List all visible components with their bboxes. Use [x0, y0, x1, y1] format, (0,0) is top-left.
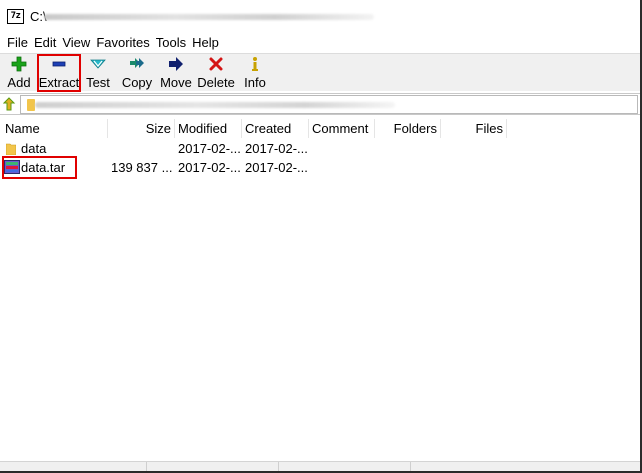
- add-label: Add: [7, 75, 31, 90]
- menu-favorites[interactable]: Favorites: [93, 33, 152, 52]
- col-size[interactable]: Size: [108, 119, 175, 138]
- status-packed: [279, 462, 411, 471]
- file-row[interactable]: data.tar 139 837 ... 2017-02-... 2017-02…: [0, 158, 640, 177]
- delete-label: Delete: [197, 75, 235, 90]
- menu-file[interactable]: File: [4, 33, 31, 52]
- toolbar: Add Extract Test Copy Move Delete Info: [0, 53, 640, 92]
- menu-help[interactable]: Help: [189, 33, 222, 52]
- move-label: Move: [160, 75, 192, 90]
- file-size: [108, 139, 175, 158]
- file-created: 2017-02-...: [245, 160, 308, 175]
- col-created[interactable]: Created: [242, 119, 309, 138]
- address-bar: [0, 93, 640, 115]
- info-label: Info: [244, 75, 266, 90]
- 7zip-window: 7z C:\ File Edit View Favorites Tools He…: [0, 0, 642, 473]
- file-created: 2017-02-...: [245, 141, 308, 156]
- arrow-right-icon: [166, 55, 186, 72]
- 7zip-app-icon: 7z: [7, 9, 24, 24]
- redacted-path: [35, 102, 395, 108]
- file-size: 139 837 ...: [111, 160, 173, 175]
- info-button[interactable]: Info: [243, 54, 267, 92]
- test-button[interactable]: Test: [86, 54, 110, 92]
- info-icon: [245, 55, 265, 72]
- file-modified: 2017-02-...: [178, 141, 241, 156]
- folder-icon: [27, 99, 35, 111]
- double-arrow-icon: [127, 55, 147, 72]
- file-name: data: [21, 141, 47, 156]
- minus-icon: [49, 55, 69, 72]
- copy-label: Copy: [121, 75, 153, 90]
- col-folders[interactable]: Folders: [375, 119, 441, 138]
- plus-icon: [9, 55, 29, 72]
- folder-icon: [6, 143, 16, 155]
- title-bar[interactable]: 7z C:\: [0, 0, 640, 33]
- status-selection: [0, 462, 147, 471]
- add-button[interactable]: Add: [6, 54, 32, 92]
- check-chevron-icon: [88, 55, 108, 72]
- menu-bar: File Edit View Favorites Tools Help: [0, 33, 640, 52]
- col-files[interactable]: Files: [441, 119, 507, 138]
- up-arrow-icon: [2, 97, 16, 111]
- move-button[interactable]: Move: [160, 54, 192, 92]
- delete-button[interactable]: Delete: [197, 54, 235, 92]
- extract-label: Extract: [38, 75, 80, 90]
- extract-button[interactable]: Extract: [38, 54, 80, 92]
- test-label: Test: [86, 75, 110, 90]
- col-comment[interactable]: Comment: [309, 119, 375, 138]
- column-header: Name Size Modified Created Comment Folde…: [0, 119, 640, 138]
- col-modified[interactable]: Modified: [175, 119, 242, 138]
- menu-view[interactable]: View: [59, 33, 93, 52]
- x-icon: [206, 55, 226, 72]
- status-size: [147, 462, 279, 471]
- file-name: data.tar: [21, 160, 66, 175]
- up-folder-button[interactable]: [2, 97, 17, 111]
- file-row[interactable]: data 2017-02-... 2017-02-...: [0, 139, 640, 158]
- col-name[interactable]: Name: [2, 119, 108, 138]
- menu-edit[interactable]: Edit: [31, 33, 59, 52]
- path-field[interactable]: [20, 95, 638, 114]
- copy-button[interactable]: Copy: [121, 54, 153, 92]
- file-modified: 2017-02-...: [178, 160, 241, 175]
- status-bar: [0, 461, 640, 471]
- menu-tools[interactable]: Tools: [153, 33, 189, 52]
- redacted-path: [44, 14, 374, 20]
